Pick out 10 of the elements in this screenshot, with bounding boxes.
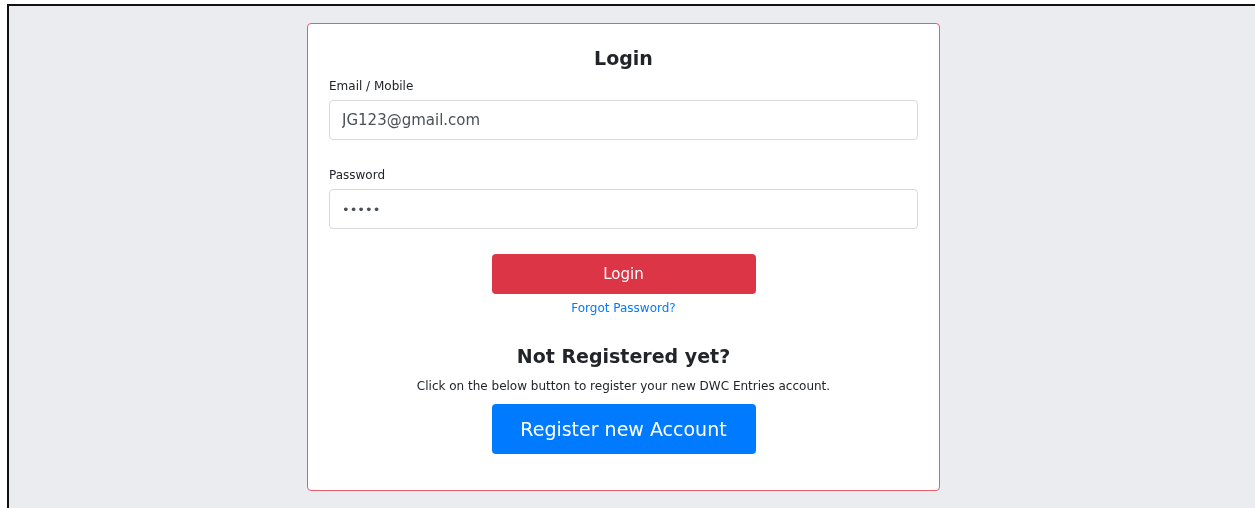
password-field[interactable]: •••••	[329, 189, 918, 229]
forgot-password-link[interactable]: Forgot Password?	[571, 300, 676, 316]
field-label: Email / Mobile	[329, 78, 415, 94]
field-label: Password	[329, 167, 387, 183]
register-heading: Not Registered yet?	[516, 344, 731, 368]
email-field[interactable]: JG123@gmail.com	[329, 100, 918, 140]
register-button[interactable]: Register new Account	[491, 404, 756, 454]
login-button[interactable]: Login	[491, 254, 756, 294]
login-title: Login	[593, 46, 654, 70]
register-description: Click on the below button to register your new DWC Entries account.	[416, 378, 831, 394]
